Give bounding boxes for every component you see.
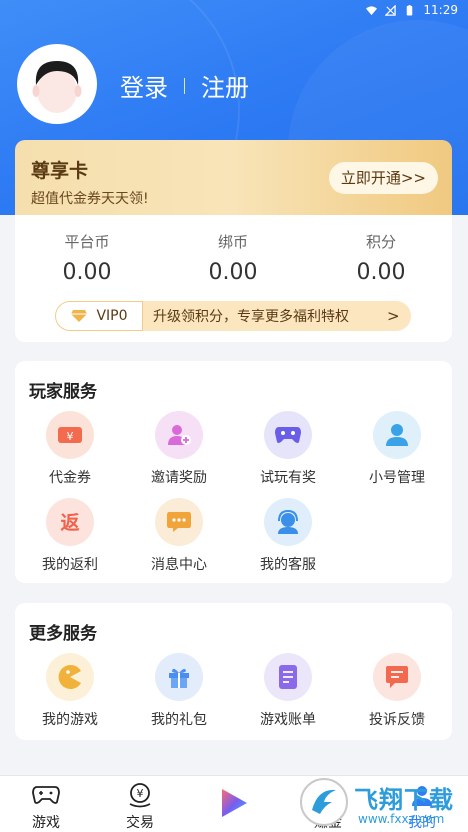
- gamepad-tab-icon: [16, 782, 76, 808]
- customer-service-icon: [264, 498, 312, 546]
- auth-links: 登录 注册: [120, 68, 249, 103]
- user-icon: [373, 411, 421, 459]
- service-label: 我的礼包: [151, 712, 207, 728]
- svg-text:¥: ¥: [137, 787, 144, 800]
- points-value: 0.00: [356, 260, 406, 285]
- tab-label: 交易: [126, 815, 154, 831]
- gamepad-icon: [264, 411, 312, 459]
- trade-icon: ¥: [110, 782, 170, 808]
- vip-level-badge: VIP0: [55, 301, 143, 331]
- points-label: 积分: [365, 233, 396, 251]
- service-label: 试玩有奖: [260, 470, 316, 486]
- feedback-icon: [373, 653, 421, 701]
- service-my-games[interactable]: 我的游戏: [15, 653, 125, 729]
- watermark-title: 飞翔下载: [354, 786, 454, 814]
- platform-coin-label: 平台币: [64, 233, 110, 251]
- svg-text:返: 返: [60, 512, 79, 534]
- service-label: 游戏账单: [260, 712, 316, 728]
- vip-level-text: VIP0: [96, 308, 128, 324]
- bill-icon: [264, 653, 312, 701]
- service-label: 代金券: [49, 470, 91, 486]
- player-services-panel: 玩家服务 ¥ 代金券 邀请奖励 试玩有奖 小号管理 返 我的返利 消息中心 我的…: [15, 361, 452, 583]
- play-icon: [204, 786, 264, 820]
- watermark-url: www.fxxz.com: [358, 812, 445, 826]
- wifi-icon: [366, 5, 378, 15]
- more-services-title: 更多服务: [29, 624, 97, 644]
- service-label: 我的客服: [260, 557, 316, 573]
- service-label: 我的返利: [42, 557, 98, 573]
- my-games-icon: [46, 653, 94, 701]
- wallet-panel: 平台币 0.00 绑币 0.00 积分 0.00 VIP0 升级领积分，专享更多…: [15, 215, 452, 342]
- vip-card[interactable]: 尊享卡 超值代金券天天领! 立即开通>>: [15, 140, 452, 215]
- vip-upgrade-text: 升级领积分，专享更多福利特权: [153, 309, 349, 325]
- service-gift[interactable]: 我的礼包: [124, 653, 234, 729]
- auth-divider: [184, 77, 185, 94]
- service-sub-accounts[interactable]: 小号管理: [342, 411, 452, 487]
- rebate-icon: 返: [46, 498, 94, 546]
- vip-card-subtitle: 超值代金券天天领!: [31, 191, 149, 207]
- status-time: 11:29: [423, 3, 458, 17]
- service-messages[interactable]: 消息中心: [124, 498, 234, 574]
- avatar[interactable]: [17, 44, 97, 124]
- status-bar: 11:29: [0, 0, 468, 20]
- watermark-logo: [300, 778, 348, 826]
- diamond-icon: [71, 310, 88, 322]
- message-icon: [155, 498, 203, 546]
- service-label: 投诉反馈: [369, 712, 425, 728]
- avatar-face-icon: [32, 61, 82, 113]
- service-label: 消息中心: [151, 557, 207, 573]
- platform-coin-value: 0.00: [62, 260, 112, 285]
- player-services-title: 玩家服务: [29, 382, 97, 402]
- platform-coin[interactable]: 平台币 0.00: [27, 231, 147, 285]
- tab-label: 游戏: [32, 815, 60, 831]
- service-trial[interactable]: 试玩有奖: [233, 411, 343, 487]
- bound-coin-value: 0.00: [208, 260, 258, 285]
- service-label: 邀请奖励: [151, 470, 207, 486]
- svg-text:¥: ¥: [67, 430, 74, 443]
- more-services-panel: 更多服务 我的游戏 我的礼包 游戏账单 投诉反馈: [15, 603, 452, 740]
- chevron-right-icon: >: [387, 307, 400, 325]
- service-customer-support[interactable]: 我的客服: [233, 498, 343, 574]
- invite-icon: [155, 411, 203, 459]
- service-voucher[interactable]: ¥ 代金券: [15, 411, 125, 487]
- login-link[interactable]: 登录: [120, 68, 168, 103]
- gift-icon: [155, 653, 203, 701]
- service-feedback[interactable]: 投诉反馈: [342, 653, 452, 729]
- battery-icon: [407, 4, 413, 16]
- service-rebate[interactable]: 返 我的返利: [15, 498, 125, 574]
- service-bill[interactable]: 游戏账单: [233, 653, 343, 729]
- tab-trade[interactable]: ¥ 交易: [110, 782, 170, 832]
- points[interactable]: 积分 0.00: [321, 231, 441, 285]
- watermark: 飞翔下载 www.fxxz.com: [300, 774, 460, 832]
- activate-vip-button[interactable]: 立即开通>>: [328, 162, 438, 194]
- bound-coin-label: 绑币: [217, 233, 248, 251]
- vip-card-title: 尊享卡: [31, 160, 89, 182]
- bound-coin[interactable]: 绑币 0.00: [173, 231, 293, 285]
- register-link[interactable]: 注册: [201, 68, 249, 103]
- service-invite[interactable]: 邀请奖励: [124, 411, 234, 487]
- service-label: 小号管理: [369, 470, 425, 486]
- vip-upgrade-bar[interactable]: VIP0 升级领积分，专享更多福利特权 >: [55, 301, 411, 331]
- voucher-icon: ¥: [46, 411, 94, 459]
- service-label: 我的游戏: [42, 712, 98, 728]
- signal-off-icon: [385, 4, 397, 16]
- tab-games[interactable]: 游戏: [16, 782, 76, 832]
- tab-play[interactable]: [204, 786, 264, 820]
